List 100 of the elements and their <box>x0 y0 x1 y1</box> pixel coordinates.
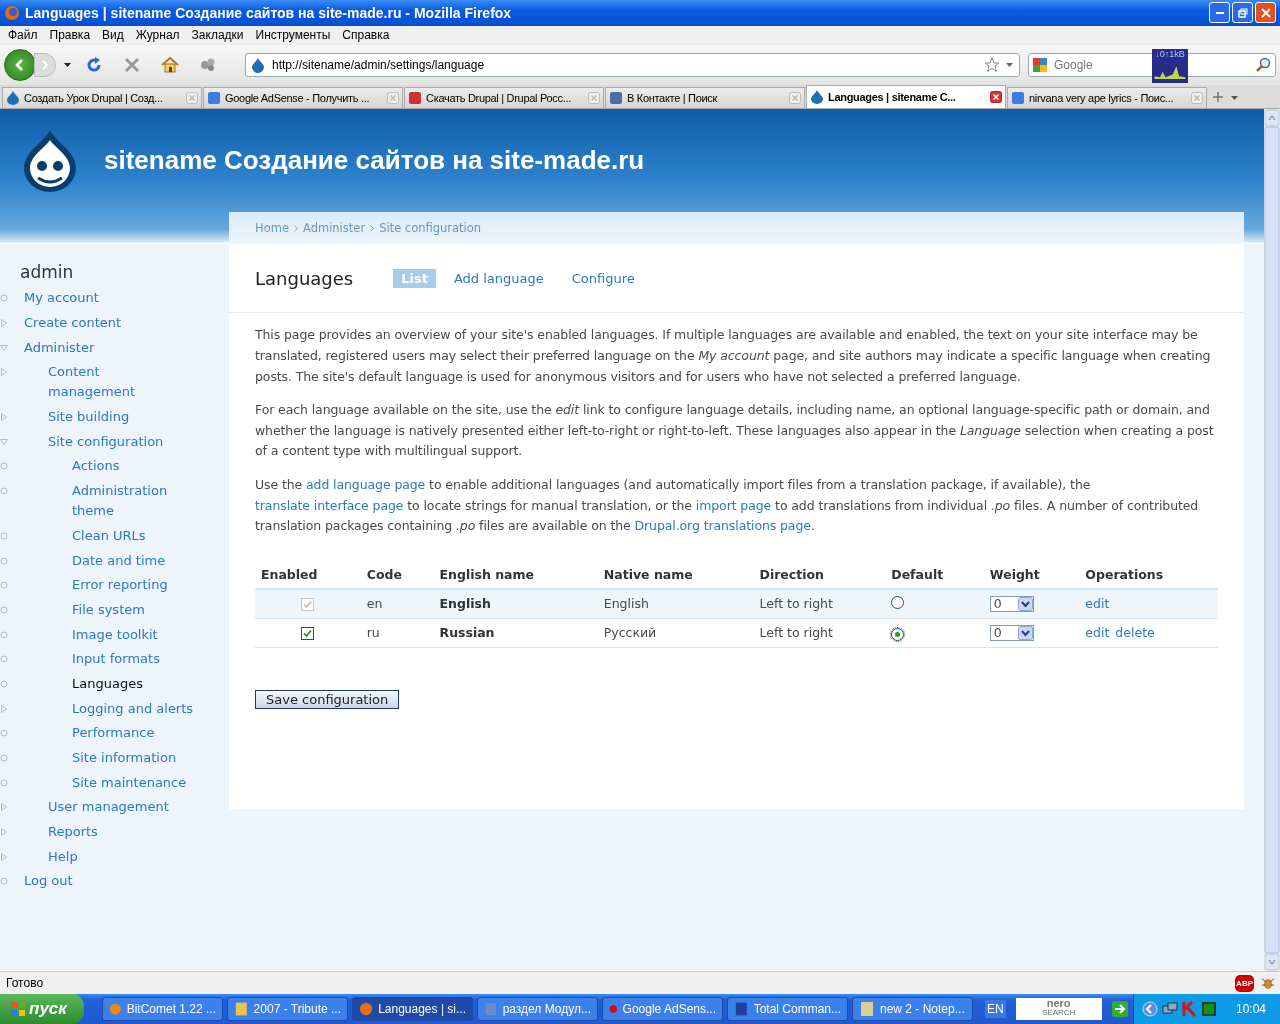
inline-link[interactable]: import page <box>695 497 772 513</box>
taskbar-button[interactable]: 2007 - Tribute ... <box>227 997 348 1021</box>
network-icon[interactable] <box>1161 1001 1178 1017</box>
tab-favicon-icon <box>609 91 623 106</box>
sidebar-link[interactable]: File system <box>72 599 145 620</box>
back-button[interactable] <box>4 49 36 81</box>
taskbar-button[interactable]: BitComet 1.22 ... <box>102 997 223 1021</box>
collapsed-triangle-icon[interactable] <box>0 852 8 861</box>
browser-tab[interactable]: nirvana very ape lyrics - Поис... <box>1007 87 1207 109</box>
search-icon[interactable] <box>1256 57 1272 73</box>
menu-item[interactable]: Файл <box>2 28 44 43</box>
taskbar-button[interactable]: Total Comman... <box>727 997 848 1021</box>
stop-icon[interactable] <box>123 56 141 74</box>
minimize-button[interactable] <box>1209 2 1230 24</box>
sidebar-link[interactable]: Actions <box>72 456 120 477</box>
menu-item[interactable]: Журнал <box>129 28 186 43</box>
collapsed-triangle-icon[interactable] <box>0 828 8 837</box>
inline-link[interactable]: add language page <box>306 476 426 492</box>
collapsed-triangle-icon[interactable] <box>0 319 8 328</box>
chevron-icon[interactable] <box>1141 1001 1158 1017</box>
save-button[interactable]: Save configuration <box>255 689 400 709</box>
browser-tab[interactable]: Скачать Drupal | Drupal Росс... <box>404 87 604 109</box>
inline-link[interactable]: Drupal.org translations page <box>634 518 811 534</box>
star-icon[interactable] <box>984 57 1000 73</box>
weight-select[interactable]: 0 <box>989 624 1034 641</box>
circles-icon[interactable] <box>199 56 217 74</box>
chip-icon[interactable] <box>1201 1002 1216 1016</box>
collapsed-triangle-icon[interactable] <box>0 368 8 377</box>
sidebar-link[interactable]: Site building <box>48 407 130 428</box>
menu-item[interactable]: Правка <box>43 28 97 43</box>
sidebar-link[interactable]: User management <box>48 797 169 818</box>
address-field[interactable]: http://sitename/admin/settings/language <box>245 53 1020 77</box>
sidebar-link[interactable]: Content management <box>48 362 188 403</box>
tab-close-icon[interactable] <box>990 91 1002 104</box>
default-radio[interactable] <box>891 627 905 641</box>
collapsed-triangle-icon[interactable] <box>0 803 8 812</box>
menu-item[interactable]: Вид <box>96 28 130 43</box>
language-indicator[interactable]: EN <box>985 1000 1006 1018</box>
expanded-triangle-icon[interactable] <box>0 343 8 352</box>
sidebar-link[interactable]: Administration theme <box>72 481 212 522</box>
inline-link[interactable]: translate interface page <box>255 497 404 513</box>
google-icon[interactable] <box>1032 57 1048 73</box>
start-button[interactable]: пуск <box>0 994 84 1024</box>
browser-tab[interactable]: Создать Урок Drupal | Созд... <box>2 87 202 109</box>
breadcrumb-link[interactable]: Administer <box>302 221 366 236</box>
taskbar-button[interactable]: раздел Модул... <box>477 997 598 1021</box>
k-icon[interactable] <box>1181 1001 1198 1017</box>
browser-tab[interactable]: Languages | sitename C... <box>806 85 1006 109</box>
sidebar-link[interactable]: Date and time <box>72 550 166 571</box>
sidebar-link[interactable]: Image toolkit <box>72 624 158 645</box>
collapsed-triangle-icon[interactable] <box>0 704 8 713</box>
sidebar-link[interactable]: Reports <box>48 822 98 843</box>
operation-link[interactable]: edit <box>1085 625 1110 641</box>
sidebar-link[interactable]: Site maintenance <box>72 772 187 793</box>
sidebar-link[interactable]: Help <box>48 846 78 867</box>
operation-link[interactable]: delete <box>1115 625 1155 641</box>
enabled-checkbox[interactable] <box>301 627 315 641</box>
home-icon[interactable] <box>161 56 179 74</box>
bullet-icon <box>0 655 8 664</box>
sidebar-link[interactable]: Administer <box>24 337 95 358</box>
reload-icon[interactable] <box>85 56 103 74</box>
browser-tab[interactable]: Google AdSense - Получить ... <box>203 87 403 109</box>
sidebar-link[interactable]: Error reporting <box>72 575 168 596</box>
taskbar-button[interactable]: Languages | si... <box>352 997 473 1021</box>
breadcrumb-link[interactable]: Site configuration <box>379 221 482 236</box>
sidebar-link[interactable]: Input formats <box>72 649 160 670</box>
page-tab[interactable]: Configure <box>571 268 635 288</box>
app-icon <box>234 1001 249 1017</box>
menu-item[interactable]: Инструменты <box>249 28 337 43</box>
restore-button[interactable] <box>1232 2 1253 24</box>
sidebar-link[interactable]: Performance <box>72 723 155 744</box>
table-cell: English <box>597 588 754 619</box>
firefox-icon <box>4 4 20 21</box>
taskbar-button[interactable]: Google AdSens... <box>602 997 723 1021</box>
bullet-icon <box>0 754 8 763</box>
sidebar-link[interactable]: Logging and alerts <box>72 698 194 719</box>
sidebar-link[interactable]: Languages <box>72 673 143 694</box>
site-name[interactable]: sitename Создание сайтов на site-made.ru <box>104 145 645 177</box>
collapsed-triangle-icon[interactable] <box>0 413 8 422</box>
scrollbar-drawing[interactable] <box>1264 109 1280 972</box>
taskbar-button[interactable]: new 2 - Notep... <box>852 997 973 1021</box>
sidebar-link[interactable]: Log out <box>24 871 73 892</box>
search-logo[interactable]: nero SEARCH <box>1015 998 1102 1020</box>
arrow-icon[interactable] <box>1111 1001 1128 1017</box>
plus-icon[interactable] <box>1212 91 1224 104</box>
sidebar-link[interactable]: Clean URLs <box>72 525 146 546</box>
breadcrumb-separator-icon <box>370 224 375 232</box>
sidebar-link[interactable]: Site information <box>72 748 177 769</box>
menu-item[interactable]: Справка <box>336 28 396 43</box>
sidebar-link[interactable]: Site configuration <box>48 431 164 452</box>
adblock-badge[interactable]: ABP <box>1235 974 1254 992</box>
sidebar-link[interactable]: My account <box>24 288 99 309</box>
browser-tab[interactable]: В Контакте | Поиск <box>605 87 805 109</box>
dropdown-caret-icon[interactable] <box>64 63 71 67</box>
page-tab[interactable]: Add language <box>453 268 544 288</box>
menu-item[interactable]: Закладки <box>185 28 250 43</box>
close-button[interactable] <box>1255 2 1276 24</box>
breadcrumb-link[interactable]: Home <box>255 221 289 236</box>
sidebar-link[interactable]: Create content <box>24 313 122 334</box>
expanded-triangle-icon[interactable] <box>0 437 8 446</box>
